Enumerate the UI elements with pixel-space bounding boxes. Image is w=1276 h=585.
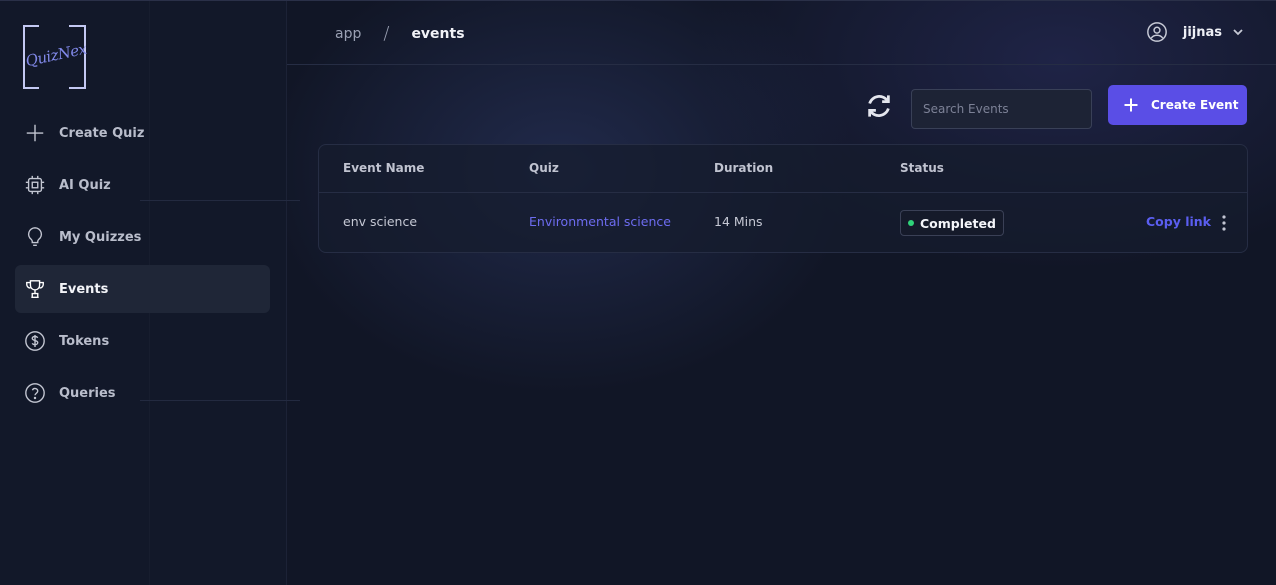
column-header-quiz: Quiz [529,161,559,175]
quiz-link[interactable]: Environmental science [529,214,671,229]
sidebar-item-create-quiz[interactable]: Create Quiz [15,109,270,157]
user-menu[interactable]: jijnas [1146,21,1244,43]
top-header: app / events jijnas [287,1,1276,65]
cpu-chip-icon [24,174,46,196]
lightbulb-icon [24,226,46,248]
question-circle-icon [24,382,46,404]
table-row: env science Environmental science 14 Min… [319,193,1247,253]
sidebar-item-label: Events [59,281,109,297]
column-header-event-name: Event Name [343,161,425,175]
trophy-icon [24,278,46,300]
sidebar-nav: Create Quiz AI Quiz My Quizzes Events To… [15,109,270,421]
create-event-button[interactable]: Create Event [1108,85,1247,125]
search-input[interactable] [911,89,1092,129]
app-logo[interactable]: QuizNex [23,24,88,90]
sidebar-item-tokens[interactable]: Tokens [15,317,270,365]
sidebar-item-label: AI Quiz [59,177,111,193]
more-vertical-icon [1222,215,1226,231]
dollar-coin-icon [24,330,46,352]
refresh-button[interactable] [864,91,894,121]
breadcrumb: app / events [335,23,465,44]
column-header-duration: Duration [714,161,774,175]
sidebar-item-label: Queries [59,385,116,401]
sidebar-item-label: My Quizzes [59,229,142,245]
sidebar-item-events[interactable]: Events [15,265,270,313]
breadcrumb-separator: / [383,23,390,44]
status-label: Completed [920,215,996,231]
logo-text: QuizNex [23,39,89,71]
status-dot-icon [908,220,914,226]
plus-icon [24,122,46,144]
sidebar-item-ai-quiz[interactable]: AI Quiz [15,161,270,209]
column-header-status: Status [900,161,944,175]
status-badge: Completed [900,210,1004,236]
user-name: jijnas [1182,24,1222,40]
breadcrumb-root[interactable]: app [335,26,361,42]
user-avatar-icon [1146,22,1167,42]
event-name-cell: env science [343,214,418,229]
sidebar-item-label: Create Quiz [59,125,145,141]
events-table: Event Name Quiz Duration Status env scie… [318,144,1248,253]
refresh-icon [868,95,890,117]
create-event-label: Create Event [1151,98,1239,112]
sidebar-item-my-quizzes[interactable]: My Quizzes [15,213,270,261]
sidebar-item-queries[interactable]: Queries [15,369,270,417]
plus-icon [1124,98,1138,112]
copy-link-button[interactable]: Copy link [1146,214,1211,229]
chevron-down-icon [1233,29,1243,36]
breadcrumb-current: events [411,25,465,42]
table-header: Event Name Quiz Duration Status [319,145,1247,193]
duration-cell: 14 Mins [714,214,763,229]
row-actions-button[interactable] [1216,212,1232,234]
sidebar-item-label: Tokens [59,333,110,349]
sidebar: QuizNex Create Quiz AI Quiz My Quizzes E… [0,1,300,585]
